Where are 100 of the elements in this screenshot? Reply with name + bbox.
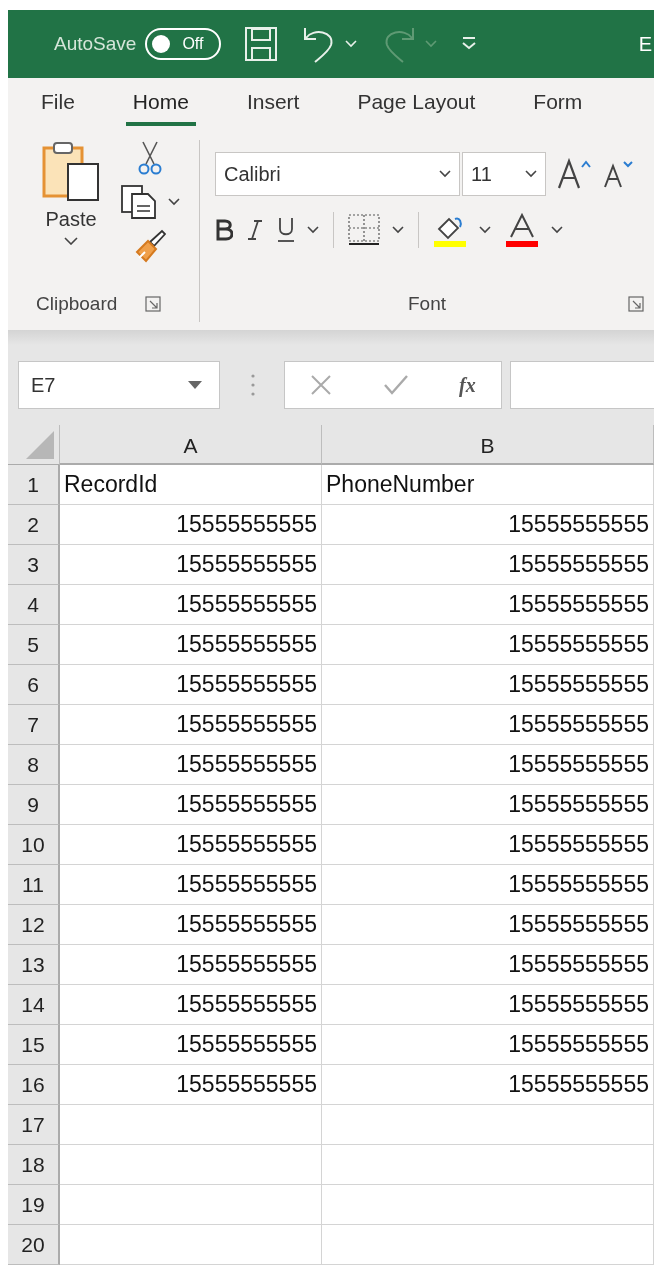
row-header[interactable]: 20 (8, 1225, 60, 1265)
table-cell: 15555555555 (322, 985, 654, 1025)
table-cell: 15555555555 (322, 1025, 654, 1065)
save-icon[interactable] (245, 27, 278, 61)
clipboard-icon (42, 140, 100, 202)
font-color-icon[interactable] (505, 213, 539, 247)
table-cell[interactable] (322, 1145, 654, 1185)
row-header[interactable]: 3 (8, 545, 60, 585)
table-cell[interactable] (60, 1105, 322, 1145)
row-header[interactable]: 13 (8, 945, 60, 985)
table-cell: 15555555555 (60, 785, 322, 825)
table-cell: RecordId (60, 465, 322, 505)
table-cell: 15555555555 (60, 585, 322, 625)
underline-icon[interactable] (277, 217, 295, 243)
table-cell[interactable] (60, 1185, 322, 1225)
row-header[interactable]: 1 (8, 465, 60, 505)
table-cell: PhoneNumber (322, 465, 654, 505)
italic-icon[interactable] (247, 219, 263, 241)
column-header[interactable]: B (322, 425, 654, 465)
shrink-font-icon[interactable] (602, 159, 634, 189)
caret-icon[interactable] (392, 226, 404, 234)
row-header[interactable]: 10 (8, 825, 60, 865)
table-cell: 15555555555 (60, 945, 322, 985)
column-header[interactable]: A (60, 425, 322, 465)
bold-icon[interactable] (215, 219, 233, 241)
row-header[interactable]: 19 (8, 1185, 60, 1225)
table-cell: 15555555555 (322, 945, 654, 985)
caret-icon (439, 170, 451, 178)
table-cell: 15555555555 (60, 825, 322, 865)
dialog-launcher-icon[interactable] (628, 296, 644, 312)
dialog-launcher-icon[interactable] (145, 296, 162, 312)
table-cell: 15555555555 (60, 865, 322, 905)
group-label: Font (408, 293, 446, 315)
row-header[interactable]: 2 (8, 505, 60, 545)
window-title: E (638, 32, 653, 56)
row-header[interactable]: 6 (8, 665, 60, 705)
row-header[interactable]: 17 (8, 1105, 60, 1145)
table-cell: 15555555555 (322, 665, 654, 705)
row-header[interactable]: 11 (8, 865, 60, 905)
row-header[interactable]: 16 (8, 1065, 60, 1105)
table-cell[interactable] (322, 1105, 654, 1145)
caret-icon[interactable] (168, 198, 180, 206)
paste-button[interactable]: Paste (32, 140, 110, 286)
group-label: Clipboard (36, 293, 118, 315)
table-cell: 15555555555 (60, 625, 322, 665)
font-name-field[interactable]: Calibri (215, 152, 460, 196)
table-cell: 15555555555 (322, 865, 654, 905)
ribbon-tab[interactable]: Insert (239, 82, 307, 126)
row-header[interactable]: 7 (8, 705, 60, 745)
autosave-label: AutoSave (54, 33, 137, 55)
font-size-field[interactable]: 11 (462, 152, 546, 196)
table-cell: 15555555555 (60, 665, 322, 705)
caret-icon[interactable] (307, 226, 319, 234)
ribbon-tab[interactable]: File (34, 82, 82, 126)
table-cell: 15555555555 (322, 785, 654, 825)
name-box[interactable]: E7 (18, 361, 220, 409)
grow-font-icon[interactable] (556, 158, 592, 190)
table-cell: 15555555555 (60, 985, 322, 1025)
caret-icon (525, 170, 537, 178)
grip-icon[interactable] (250, 373, 256, 397)
row-header[interactable]: 12 (8, 905, 60, 945)
table-cell: 15555555555 (322, 745, 654, 785)
table-cell: 15555555555 (322, 505, 654, 545)
table-cell: 15555555555 (60, 745, 322, 785)
table-cell: 15555555555 (322, 585, 654, 625)
row-header[interactable]: 18 (8, 1145, 60, 1185)
row-header[interactable]: 14 (8, 985, 60, 1025)
table-cell[interactable] (60, 1225, 322, 1265)
ribbon-tab[interactable]: Page Layout (350, 82, 483, 126)
table-cell: 15555555555 (60, 705, 322, 745)
table-cell: 15555555555 (322, 625, 654, 665)
table-cell: 15555555555 (322, 705, 654, 745)
table-cell: 15555555555 (60, 1065, 322, 1105)
autosave-toggle[interactable]: Off (145, 28, 222, 60)
dropdown-icon (187, 380, 203, 390)
table-cell: 15555555555 (60, 545, 322, 585)
borders-icon[interactable] (348, 214, 380, 246)
insert-function-button[interactable]: fx (459, 373, 476, 397)
table-cell[interactable] (322, 1185, 654, 1225)
table-cell[interactable] (322, 1225, 654, 1265)
table-cell: 15555555555 (60, 1025, 322, 1065)
caret-icon[interactable] (551, 226, 563, 234)
table-cell: 15555555555 (322, 905, 654, 945)
row-header[interactable]: 15 (8, 1025, 60, 1065)
caret-icon[interactable] (479, 226, 491, 234)
customize-icon[interactable] (461, 36, 478, 52)
ribbon-tab[interactable]: Form (526, 82, 590, 126)
table-cell: 15555555555 (60, 505, 322, 545)
row-header[interactable]: 5 (8, 625, 60, 665)
table-cell: 15555555555 (322, 825, 654, 865)
table-cell[interactable] (60, 1145, 322, 1185)
table-cell: 15555555555 (322, 545, 654, 585)
row-header[interactable]: 9 (8, 785, 60, 825)
row-header[interactable]: 8 (8, 745, 60, 785)
copy-icon[interactable] (120, 184, 158, 220)
formula-input[interactable] (510, 361, 654, 409)
row-header[interactable]: 4 (8, 585, 60, 625)
caret-icon (64, 237, 78, 245)
ribbon-tab[interactable]: Home (125, 82, 196, 126)
table-cell: 15555555555 (322, 1065, 654, 1105)
